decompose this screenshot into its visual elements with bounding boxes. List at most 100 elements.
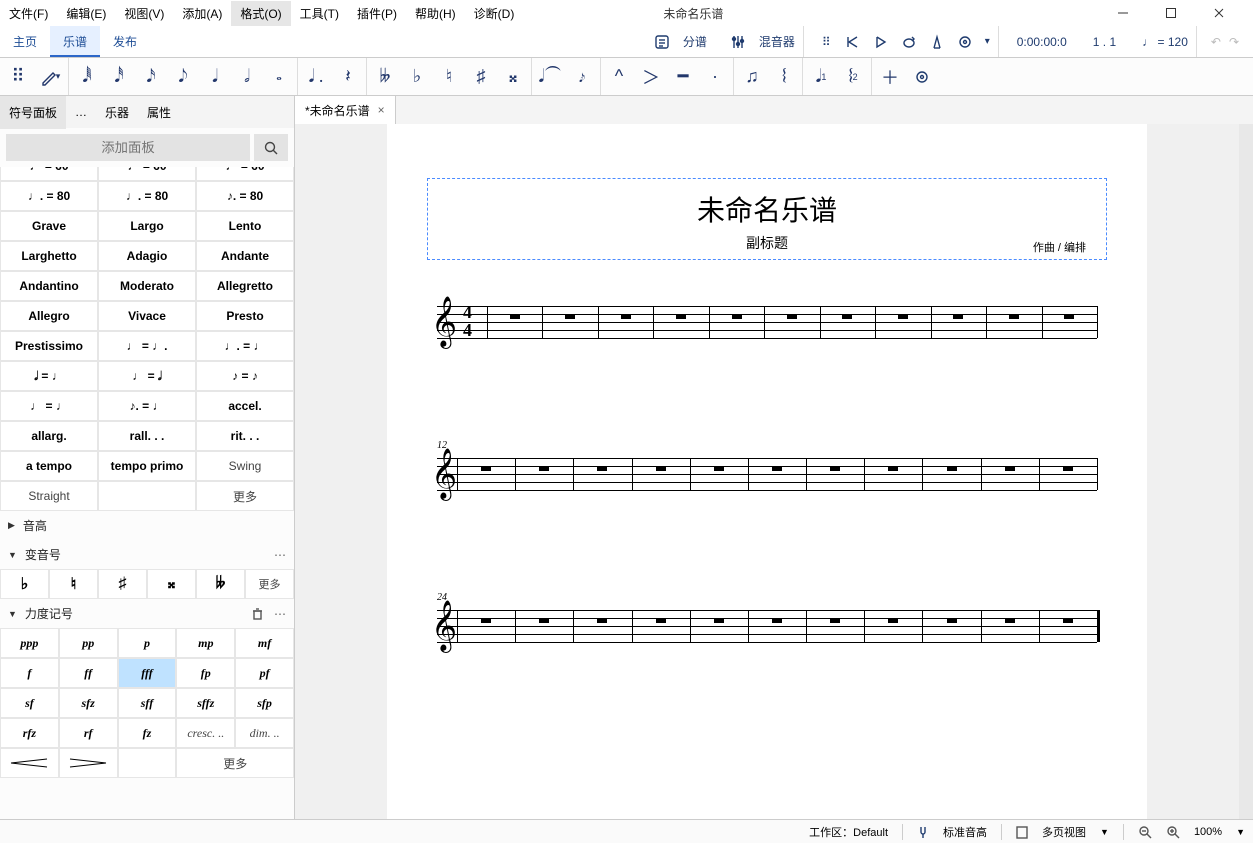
move-handle-icon[interactable]: ⠿ [4, 63, 32, 91]
flat-button[interactable]: ♭ [403, 63, 431, 91]
close-button[interactable] [1213, 7, 1237, 19]
note-half-button[interactable]: 𝅗𝅥 [233, 63, 261, 91]
dynamics-cell[interactable]: sff [118, 688, 177, 718]
tempo-cell[interactable]: accel. [196, 391, 294, 421]
dynamics-cell[interactable]: ff [59, 658, 118, 688]
main-tab[interactable]: 发布 [100, 26, 150, 57]
pencil-icon[interactable]: ▾ [36, 63, 64, 91]
score-composer[interactable]: 作曲 / 编排 [1033, 239, 1086, 255]
dynamics-cell[interactable]: mf [235, 628, 294, 658]
menu-item[interactable]: 诊断(D) [465, 1, 524, 26]
tempo-cell[interactable]: Vivace [98, 301, 196, 331]
tempo-cell[interactable]: Larghetto [0, 241, 98, 271]
dynamics-cell[interactable]: sffz [176, 688, 235, 718]
tempo-cell[interactable]: ♩. = 80 [98, 181, 196, 211]
mixer-label[interactable]: 混音器 [759, 33, 795, 50]
tempo-cell[interactable]: ♩ = 60 [196, 167, 294, 181]
accidental-cell[interactable]: 𝄫 [196, 569, 245, 599]
tempo-cell[interactable]: Prestissimo [0, 331, 98, 361]
main-tab[interactable]: 主页 [0, 26, 50, 57]
dynamics-cell[interactable]: sf [0, 688, 59, 718]
section-dynamics[interactable]: ▼ 力度记号 ⋯ [0, 599, 294, 628]
sidebar-tab[interactable]: 符号面板 [0, 96, 66, 129]
menu-item[interactable]: 帮助(H) [406, 1, 465, 26]
tuning-fork-icon[interactable] [917, 825, 929, 839]
redo-button[interactable]: ↷ [1229, 35, 1239, 49]
menu-item[interactable]: 格式(O) [231, 1, 290, 26]
marcato-button[interactable]: ^ [605, 63, 633, 91]
dynamics-cell[interactable]: fz [118, 718, 177, 748]
trash-icon[interactable] [251, 607, 264, 621]
note-quarter-button[interactable]: 𝅘𝅥 [201, 63, 229, 91]
zoom-value[interactable]: 100% [1194, 826, 1222, 838]
score-paper[interactable]: 未命名乐谱 副标题 作曲 / 编排 𝄞44 𝄞12 𝄞24 [387, 124, 1147, 819]
tempo-cell[interactable]: Swing [196, 451, 294, 481]
tempo-cell[interactable]: ♩ = ♩ [0, 391, 98, 421]
tempo-cell[interactable]: Lento [196, 211, 294, 241]
staff[interactable]: 𝄞24 [437, 610, 1097, 642]
dynamics-cell[interactable]: rfz [0, 718, 59, 748]
staff[interactable]: 𝄞12 [437, 458, 1097, 490]
tempo-cell[interactable]: Andantino [0, 271, 98, 301]
note-32nd-button[interactable]: 𝅘𝅥𝅰 [105, 63, 133, 91]
accidental-cell[interactable]: 更多 [245, 569, 294, 599]
tenuto-button[interactable]: ━ [669, 63, 697, 91]
natural-button[interactable]: ♮ [435, 63, 463, 91]
tempo-cell[interactable]: ♪ = ♪ [196, 361, 294, 391]
dynamics-cell[interactable]: sfp [235, 688, 294, 718]
close-tab-icon[interactable]: × [378, 103, 385, 117]
play-button[interactable] [873, 34, 889, 50]
search-button[interactable] [254, 134, 288, 161]
accidental-cell[interactable]: ♯ [98, 569, 147, 599]
zoom-in-button[interactable] [1166, 825, 1180, 839]
sidebar-tab[interactable]: 乐器 [96, 96, 138, 129]
sidebar-tab[interactable]: 属性 [138, 96, 180, 129]
undo-button[interactable]: ↶ [1211, 35, 1221, 49]
score-title[interactable]: 未命名乐谱 [448, 189, 1086, 229]
tuning-label[interactable]: 标准音高 [943, 824, 987, 840]
dynamics-cell[interactable]: dim. .. [235, 718, 294, 748]
tempo-cell[interactable]: Allegro [0, 301, 98, 331]
dynamics-cell[interactable]: pf [235, 658, 294, 688]
tempo-cell[interactable]: ♪. = 80 [196, 181, 294, 211]
staff[interactable]: 𝄞44 [437, 306, 1097, 338]
menu-item[interactable]: 编辑(E) [57, 1, 115, 26]
dynamics-cell[interactable]: p [118, 628, 177, 658]
tempo-cell[interactable]: Straight [0, 481, 98, 511]
flip-button[interactable]: 𝄔 [770, 63, 798, 91]
more-icon[interactable]: ⋯ [274, 607, 286, 621]
tempo-cell[interactable]: ♩ = 𝅗𝅥 [98, 361, 196, 391]
loop-button[interactable] [901, 34, 917, 50]
tempo-cell[interactable]: Adagio [98, 241, 196, 271]
mixer-icon[interactable] [729, 33, 747, 51]
dynamics-cell[interactable]: mp [176, 628, 235, 658]
tempo-cell[interactable]: ♩. = 80 [0, 181, 98, 211]
add-button[interactable]: ＋ [876, 63, 904, 91]
accent-button[interactable]: ＞ [637, 63, 665, 91]
accidental-cell[interactable]: 𝄪 [147, 569, 196, 599]
dynamics-cell[interactable]: fp [176, 658, 235, 688]
score-subtitle[interactable]: 副标题 [448, 233, 1086, 253]
tempo-cell[interactable]: Andante [196, 241, 294, 271]
note-16th-button[interactable]: 𝅘𝅥𝅯 [137, 63, 165, 91]
menu-item[interactable]: 插件(P) [348, 1, 406, 26]
dynamics-cell[interactable]: cresc. .. [176, 718, 235, 748]
palette-search-input[interactable] [6, 134, 250, 161]
tempo-cell[interactable]: 更多 [196, 481, 294, 511]
tempo-cell[interactable]: Grave [0, 211, 98, 241]
dynamics-cell[interactable]: fff [118, 658, 177, 688]
tempo-cell[interactable]: ♩. = ♩ [196, 331, 294, 361]
tempo-cell[interactable]: Moderato [98, 271, 196, 301]
tempo-cell[interactable]: rall. . . [98, 421, 196, 451]
double-flat-button[interactable]: 𝄫 [371, 63, 399, 91]
grid-icon[interactable]: ⠿ [822, 35, 833, 49]
menu-item[interactable]: 视图(V) [115, 1, 173, 26]
settings-button[interactable] [957, 34, 973, 50]
dynamics-cell[interactable]: f [0, 658, 59, 688]
section-accidental[interactable]: ▼ 变音号 ⋯ [0, 540, 294, 569]
tempo-cell[interactable]: tempo primo [98, 451, 196, 481]
tempo-cell[interactable]: Presto [196, 301, 294, 331]
page-view-icon[interactable] [1016, 825, 1028, 839]
menu-item[interactable]: 文件(F) [0, 1, 57, 26]
double-sharp-button[interactable]: 𝄪 [499, 63, 527, 91]
